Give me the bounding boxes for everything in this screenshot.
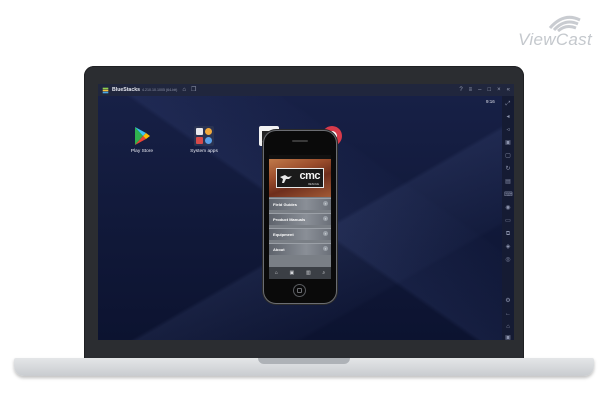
right-toolbar: ⤢ ◂ ◃ ▣ ▢ ↻ ▤ ⌨ ◉ ▭ ⧉ ◈ ◎ ⚙ ← ⌂ ▣ [502, 96, 514, 340]
phone-app-toolbar: ⌂ ▣ ▥ ⌕ [269, 267, 331, 279]
macro-icon[interactable]: ◎ [504, 256, 512, 264]
phone-app-menu: Field Guides › Product Manuals › Equipme… [269, 198, 331, 258]
back-icon[interactable]: ← [504, 310, 512, 318]
phone-screen: cmc RESCUE Field Guides › Product Manual… [269, 155, 331, 279]
shake-icon[interactable]: ▤ [504, 178, 512, 186]
install-apk-icon[interactable]: ▣ [504, 139, 512, 147]
phone-home-button[interactable] [293, 284, 306, 297]
collapse-sidebar-icon[interactable]: « [507, 87, 510, 93]
menu-item-label: Field Guides [273, 202, 298, 207]
app-version: 4.210.10.1005 (64-bit) [141, 88, 178, 92]
maximize-icon[interactable]: □ [488, 87, 492, 93]
rescuer-figure-icon [280, 175, 292, 183]
bluestacks-logo-icon [102, 87, 109, 93]
folder-icon[interactable]: ▭ [504, 217, 512, 225]
home-icon[interactable]: ⌂ [275, 270, 278, 276]
desktop-app-system-apps[interactable]: System apps [182, 126, 226, 154]
menu-item-field-guides[interactable]: Field Guides › [269, 198, 331, 210]
wifi-signal-icon [548, 15, 581, 32]
record-icon[interactable]: ◉ [504, 204, 512, 212]
play-store-icon [135, 127, 150, 145]
settings-icon[interactable]: ⚙ [504, 297, 512, 305]
chevron-right-icon: › [323, 216, 328, 221]
multi-instance-icon[interactable]: ❐ [191, 87, 196, 93]
rotate-icon[interactable]: ↻ [504, 165, 512, 173]
volume-down-icon[interactable]: ◃ [504, 126, 512, 134]
app-hero-banner: cmc RESCUE [269, 159, 331, 197]
android-home-icon[interactable]: ⌂ [504, 323, 512, 331]
window-controls: ? ≡ – □ × « [453, 87, 510, 93]
chevron-right-icon: › [323, 246, 328, 251]
menu-item-about[interactable]: About › [269, 243, 331, 255]
viewcast-watermark: ViewCast [502, 8, 592, 50]
lock-icon[interactable]: ▣ [290, 270, 295, 276]
logo-subtext: RESCUE [308, 183, 319, 186]
logo-text: cmc [299, 170, 320, 182]
chevron-right-icon: › [323, 231, 328, 236]
help-icon[interactable]: ? [459, 87, 462, 93]
menu-icon[interactable]: ≡ [469, 87, 473, 93]
menu-item-label: Equipment [273, 232, 294, 237]
emulator-titlebar: BlueStacks 4.210.10.1005 (64-bit) ⌂ ❐ ? … [98, 84, 514, 96]
minimize-icon[interactable]: – [478, 87, 481, 93]
desktop-app-play-store[interactable]: Play Store [120, 126, 164, 154]
watermark-text: ViewCast [518, 30, 592, 49]
menu-item-product-manuals[interactable]: Product Manuals › [269, 213, 331, 225]
trash-icon[interactable]: ▥ [306, 270, 311, 276]
phone-mockup: cmc RESCUE Field Guides › Product Manual… [264, 131, 336, 303]
status-clock: 9:16 [486, 99, 495, 104]
phone-speaker [292, 140, 308, 142]
multi-window-icon[interactable]: ⧉ [504, 230, 512, 238]
screenshot-icon[interactable]: ▢ [504, 152, 512, 160]
menu-item-label: About [273, 247, 285, 252]
app-label: System apps [190, 149, 218, 154]
presentation-stage: ViewCast BlueStacks 4.210.10.1005 (64-bi… [0, 0, 602, 414]
fullscreen-icon[interactable]: ⤢ [504, 100, 512, 108]
home-icon[interactable]: ⌂ [182, 87, 186, 93]
search-icon[interactable]: ⌕ [322, 270, 325, 276]
close-icon[interactable]: × [497, 87, 501, 93]
app-name: BlueStacks [112, 87, 140, 93]
volume-up-icon[interactable]: ◂ [504, 113, 512, 121]
eco-mode-icon[interactable]: ◈ [504, 243, 512, 251]
keyboard-icon[interactable]: ⌨ [504, 191, 513, 199]
laptop-notch [258, 358, 350, 364]
app-label: Play Store [130, 149, 154, 154]
system-apps-icon [194, 126, 214, 146]
recent-apps-icon[interactable]: ▣ [504, 334, 512, 340]
chevron-right-icon: › [323, 201, 328, 206]
menu-item-equipment[interactable]: Equipment › [269, 228, 331, 240]
menu-item-label: Product Manuals [273, 217, 306, 222]
cmc-logo: cmc RESCUE [276, 168, 324, 188]
